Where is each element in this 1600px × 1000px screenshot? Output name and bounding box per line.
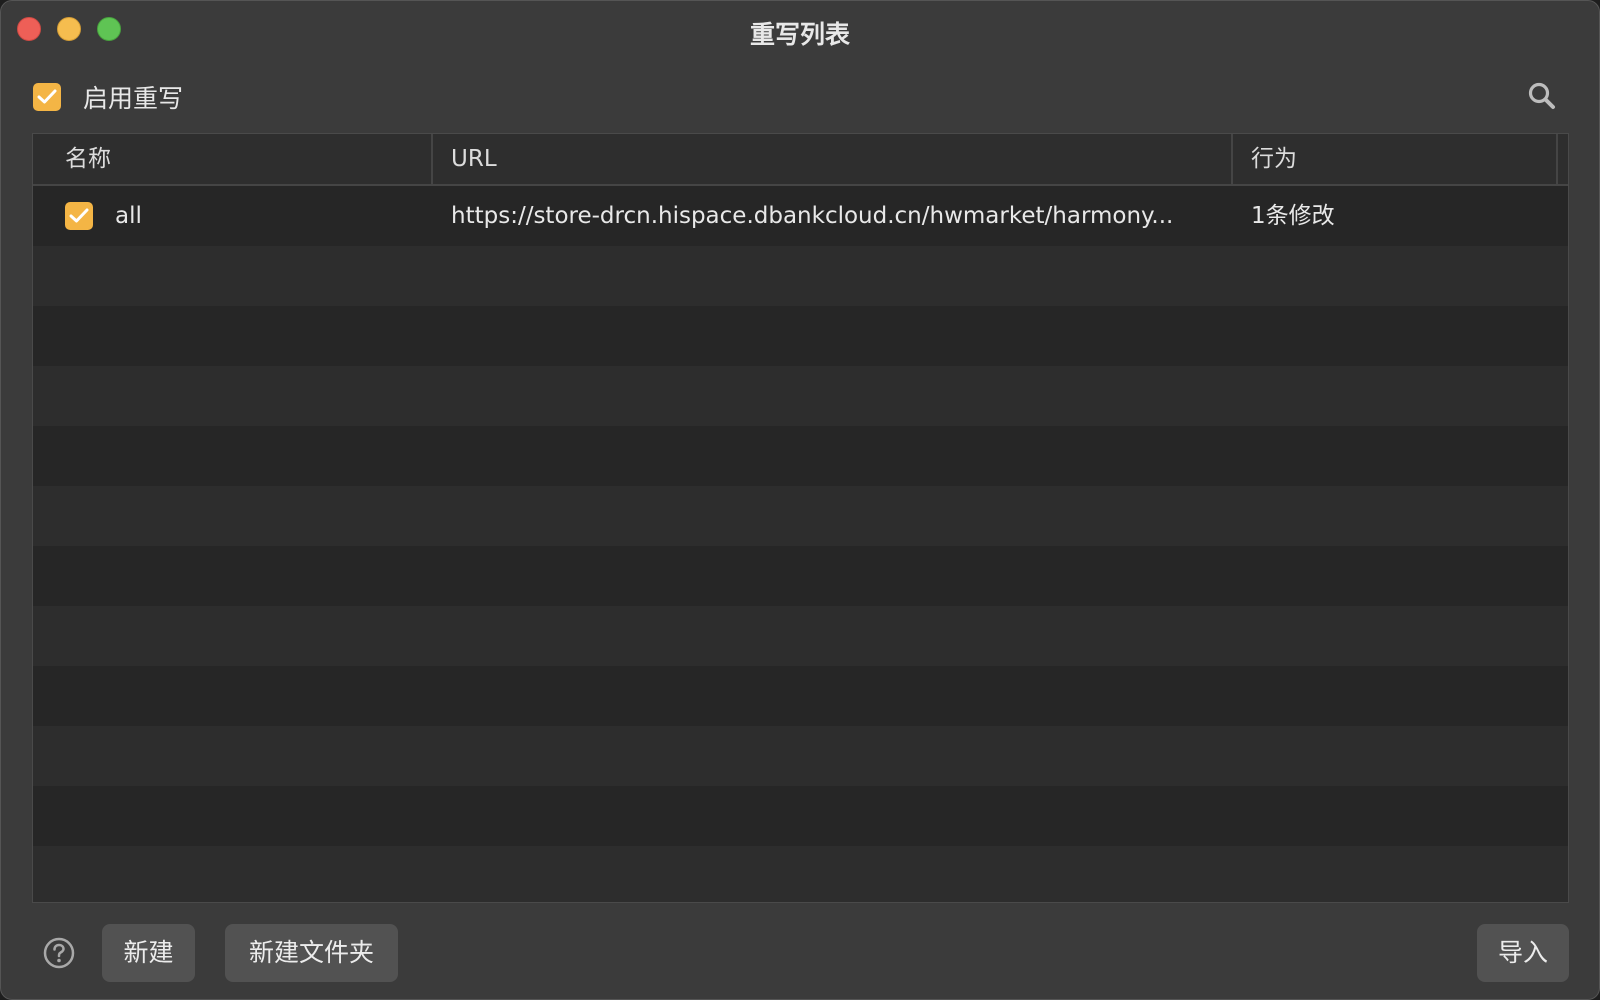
title-bar: 重写列表 (1, 1, 1599, 59)
import-button[interactable]: 导入 (1477, 924, 1569, 982)
checkmark-icon (69, 208, 89, 223)
empty-row (33, 846, 1568, 902)
rule-name-cell: all (33, 186, 433, 246)
enable-rewrite-toggle[interactable]: 启用重写 (33, 81, 183, 113)
help-circle-icon (43, 937, 75, 969)
rewrite-list-window: 重写列表 启用重写 名称 URL 行为 all https://store-dr… (0, 0, 1600, 1000)
empty-row (33, 726, 1568, 786)
new-folder-button[interactable]: 新建文件夹 (225, 924, 398, 982)
rule-enabled-checkbox[interactable] (65, 202, 93, 230)
column-header-url[interactable]: URL (433, 134, 1233, 184)
rule-url: https://store-drcn.hispace.dbankcloud.cn… (451, 203, 1174, 229)
checkmark-icon (37, 89, 57, 104)
empty-row (33, 666, 1568, 726)
help-button[interactable] (43, 937, 75, 969)
table-header: 名称 URL 行为 (33, 134, 1568, 186)
table-body: all https://store-drcn.hispace.dbankclou… (33, 186, 1568, 902)
rule-action: 1条修改 (1251, 203, 1335, 229)
table-row[interactable]: all https://store-drcn.hispace.dbankclou… (33, 186, 1568, 246)
rule-name: all (115, 203, 142, 229)
empty-row (33, 246, 1568, 306)
enable-rewrite-label: 启用重写 (83, 84, 184, 113)
empty-row (33, 306, 1568, 366)
column-header-name[interactable]: 名称 (33, 134, 433, 184)
empty-row (33, 786, 1568, 846)
empty-row (33, 606, 1568, 666)
empty-row (33, 426, 1568, 486)
search-icon (1528, 82, 1555, 109)
enable-rewrite-checkbox[interactable] (33, 83, 61, 111)
new-rule-button[interactable]: 新建 (102, 924, 195, 982)
window-title: 重写列表 (749, 20, 850, 49)
bottom-toolbar: 新建 新建文件夹 导入 (1, 903, 1599, 999)
empty-row (33, 546, 1568, 606)
empty-row (33, 366, 1568, 426)
rewrite-rules-table: 名称 URL 行为 all https://store-drcn.hispace… (32, 133, 1569, 903)
empty-row (33, 486, 1568, 546)
column-header-action[interactable]: 行为 (1233, 134, 1558, 184)
search-button[interactable] (1525, 79, 1559, 113)
